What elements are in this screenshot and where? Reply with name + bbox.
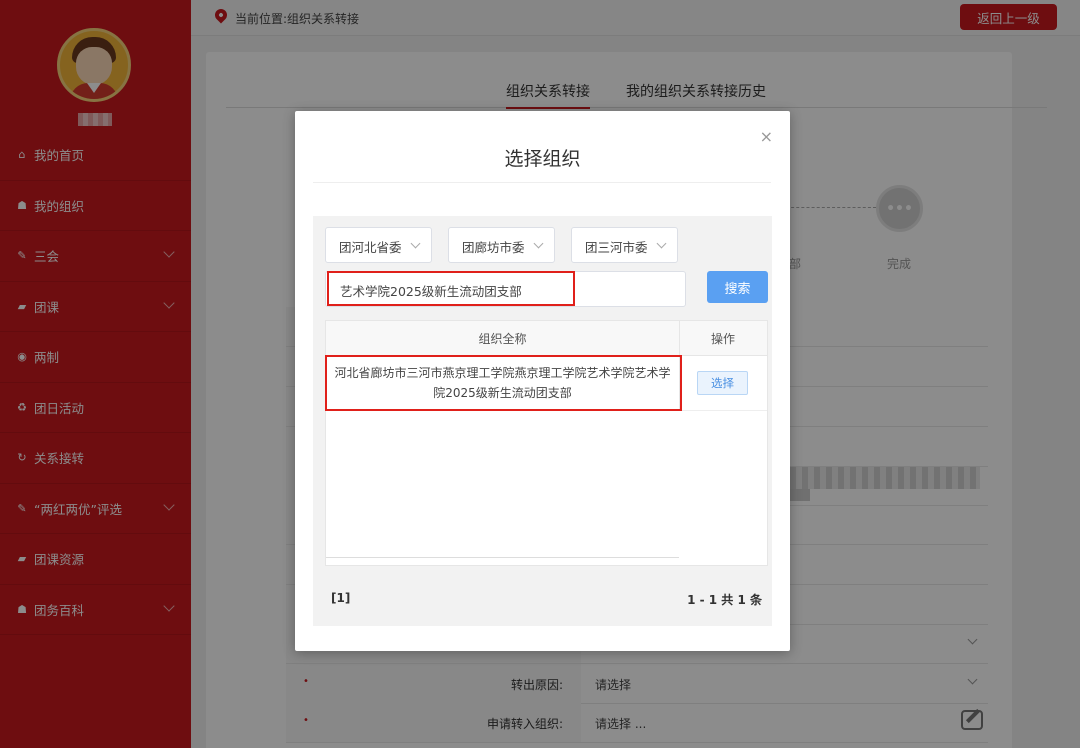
select-org-modal: × 选择组织 团河北省委 团廊坊市委 团三河市委 艺术学院2025级新生流动团支… xyxy=(295,111,790,651)
province-dropdown[interactable]: 团河北省委 xyxy=(325,227,432,263)
highlight-box xyxy=(327,271,575,306)
modal-title: 选择组织 xyxy=(504,148,581,170)
action-cell: 选择 xyxy=(679,356,767,411)
county-dropdown[interactable]: 团三河市委 xyxy=(571,227,678,263)
divider xyxy=(326,557,679,558)
select-button[interactable]: 选择 xyxy=(697,371,748,395)
column-header: 组织全称 xyxy=(326,321,679,356)
modal-body: 团河北省委 团廊坊市委 团三河市委 艺术学院2025级新生流动团支部 搜索 组织… xyxy=(313,216,772,626)
column-header: 操作 xyxy=(679,321,767,356)
dropdown-value: 团三河市委 xyxy=(585,240,648,255)
city-dropdown[interactable]: 团廊坊市委 xyxy=(448,227,555,263)
chevron-down-icon xyxy=(656,238,667,249)
chevron-down-icon xyxy=(410,238,421,249)
dropdown-value: 团河北省委 xyxy=(339,240,402,255)
pagination-summary: 1 - 1 共 1 条 xyxy=(687,593,762,607)
divider xyxy=(313,182,771,183)
pagination-pages[interactable]: [1] xyxy=(331,591,350,605)
dropdown-value: 团廊坊市委 xyxy=(462,240,525,255)
search-button[interactable]: 搜索 xyxy=(707,271,768,303)
highlight-box xyxy=(325,355,682,411)
chevron-down-icon xyxy=(533,238,544,249)
divider xyxy=(679,321,680,356)
